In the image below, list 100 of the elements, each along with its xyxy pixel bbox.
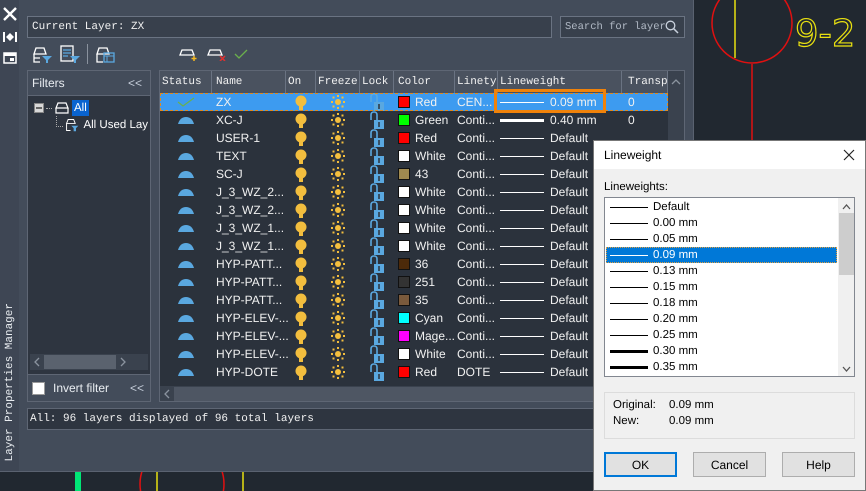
open-padlock-icon[interactable]: [370, 183, 384, 201]
bulb-icon[interactable]: [295, 292, 307, 308]
linetype[interactable]: Conti...: [455, 219, 498, 237]
open-padlock-icon[interactable]: [370, 111, 384, 129]
lineweight-option[interactable]: 0.30 mm: [606, 343, 837, 359]
lineweight-value[interactable]: 0.40 mm: [550, 113, 597, 127]
lineweight-option[interactable]: 0.25 mm: [606, 327, 837, 343]
linetype[interactable]: Conti...: [455, 273, 498, 291]
lineweight-value[interactable]: Default: [550, 167, 588, 181]
linetype[interactable]: Conti...: [455, 201, 498, 219]
vertical-scrollbar[interactable]: [838, 198, 854, 376]
sun-icon[interactable]: [331, 293, 345, 307]
open-padlock-icon[interactable]: [370, 201, 384, 219]
close-icon[interactable]: [843, 149, 855, 161]
color-swatch[interactable]: [398, 312, 410, 324]
sun-icon[interactable]: [331, 167, 345, 181]
open-padlock-icon[interactable]: [370, 165, 384, 183]
lineweight-value[interactable]: Default: [550, 203, 588, 217]
bulb-icon[interactable]: [295, 220, 307, 236]
transparency-value[interactable]: 0: [628, 113, 635, 127]
open-padlock-icon[interactable]: [370, 363, 384, 381]
color-swatch[interactable]: [398, 276, 410, 288]
color-swatch[interactable]: [398, 150, 410, 162]
lineweight-value[interactable]: Default: [550, 131, 588, 145]
linetype[interactable]: Conti...: [455, 165, 498, 183]
color-swatch[interactable]: [398, 96, 410, 108]
collapse-button[interactable]: <<: [126, 76, 144, 90]
color-swatch[interactable]: [398, 222, 410, 234]
lineweight-option[interactable]: 0.00 mm: [606, 215, 837, 231]
color-swatch[interactable]: [398, 186, 410, 198]
sun-icon[interactable]: [331, 113, 345, 127]
lineweight-value[interactable]: Default: [550, 311, 588, 325]
linetype[interactable]: Conti...: [455, 147, 498, 165]
bulb-icon[interactable]: [295, 166, 307, 182]
open-padlock-icon[interactable]: [370, 255, 384, 273]
linetype[interactable]: Conti...: [455, 327, 498, 345]
filter-item[interactable]: All: [72, 100, 89, 116]
open-padlock-icon[interactable]: [370, 237, 384, 255]
bulb-icon[interactable]: [295, 256, 307, 272]
bulb-icon[interactable]: [295, 148, 307, 164]
lineweight-value[interactable]: Default: [550, 239, 588, 253]
color-swatch[interactable]: [398, 168, 410, 180]
lineweight-value[interactable]: Default: [550, 221, 588, 235]
dialog-button[interactable]: Help: [782, 452, 855, 477]
linetype[interactable]: Conti...: [455, 183, 498, 201]
color-swatch[interactable]: [398, 294, 410, 306]
dialog-button[interactable]: Cancel: [693, 452, 766, 477]
check-icon[interactable]: [234, 48, 248, 60]
color-swatch[interactable]: [398, 258, 410, 270]
lineweight-value[interactable]: Default: [550, 293, 588, 307]
color-swatch[interactable]: [398, 114, 410, 126]
linetype[interactable]: Conti...: [455, 111, 498, 129]
lineweight-option[interactable]: 0.35 mm: [606, 359, 837, 375]
linetype[interactable]: Conti...: [455, 129, 498, 147]
lineweight-option[interactable]: 0.18 mm: [606, 295, 837, 311]
color-swatch[interactable]: [398, 204, 410, 216]
layer-states-icon[interactable]: [94, 45, 116, 63]
sun-icon[interactable]: [331, 149, 345, 163]
lineweight-option[interactable]: 0.15 mm: [606, 279, 837, 295]
bulb-icon[interactable]: [295, 310, 307, 326]
linetype[interactable]: Conti...: [455, 237, 498, 255]
open-padlock-icon[interactable]: [370, 219, 384, 237]
sun-icon[interactable]: [331, 347, 345, 361]
collapse-icon[interactable]: [34, 103, 44, 113]
sun-icon[interactable]: [331, 239, 345, 253]
sun-icon[interactable]: [331, 257, 345, 271]
lineweight-option[interactable]: 0.05 mm: [606, 231, 837, 247]
bulb-icon[interactable]: [295, 274, 307, 290]
sun-icon[interactable]: [331, 329, 345, 343]
bulb-icon[interactable]: [295, 364, 307, 380]
color-swatch[interactable]: [398, 132, 410, 144]
properties-icon[interactable]: [2, 52, 16, 64]
color-swatch[interactable]: [398, 366, 410, 378]
sun-icon[interactable]: [331, 131, 345, 145]
delete-layer-icon[interactable]: [206, 47, 228, 61]
bulb-icon[interactable]: [295, 112, 307, 128]
linetype[interactable]: Conti...: [455, 345, 498, 363]
lineweight-value[interactable]: Default: [550, 149, 588, 163]
bulb-icon[interactable]: [295, 238, 307, 254]
open-padlock-icon[interactable]: [370, 291, 384, 309]
linetype[interactable]: Conti...: [455, 291, 498, 309]
sun-icon[interactable]: [331, 365, 345, 379]
lineweight-value[interactable]: Default: [550, 275, 588, 289]
auto-hide-icon[interactable]: [2, 31, 16, 43]
filter-item[interactable]: All Used Lay: [81, 117, 150, 133]
color-swatch[interactable]: [398, 330, 410, 342]
lineweight-option[interactable]: 0.09 mm: [606, 247, 837, 263]
bulb-icon[interactable]: [295, 328, 307, 344]
color-swatch[interactable]: [398, 240, 410, 252]
open-padlock-icon[interactable]: [370, 129, 384, 147]
open-padlock-icon[interactable]: [370, 273, 384, 291]
sun-icon[interactable]: [331, 275, 345, 289]
layer-row[interactable]: XC-J Green Conti... 0.40 mm 0: [160, 111, 668, 129]
lineweight-option[interactable]: 0.13 mm: [606, 263, 837, 279]
lineweight-value[interactable]: Default: [550, 347, 588, 361]
lineweight-value[interactable]: Default: [550, 329, 588, 343]
bulb-icon[interactable]: [295, 130, 307, 146]
group-filter-icon[interactable]: [59, 45, 81, 63]
search-field[interactable]: Search for layer: [560, 16, 685, 38]
open-padlock-icon[interactable]: [370, 327, 384, 345]
